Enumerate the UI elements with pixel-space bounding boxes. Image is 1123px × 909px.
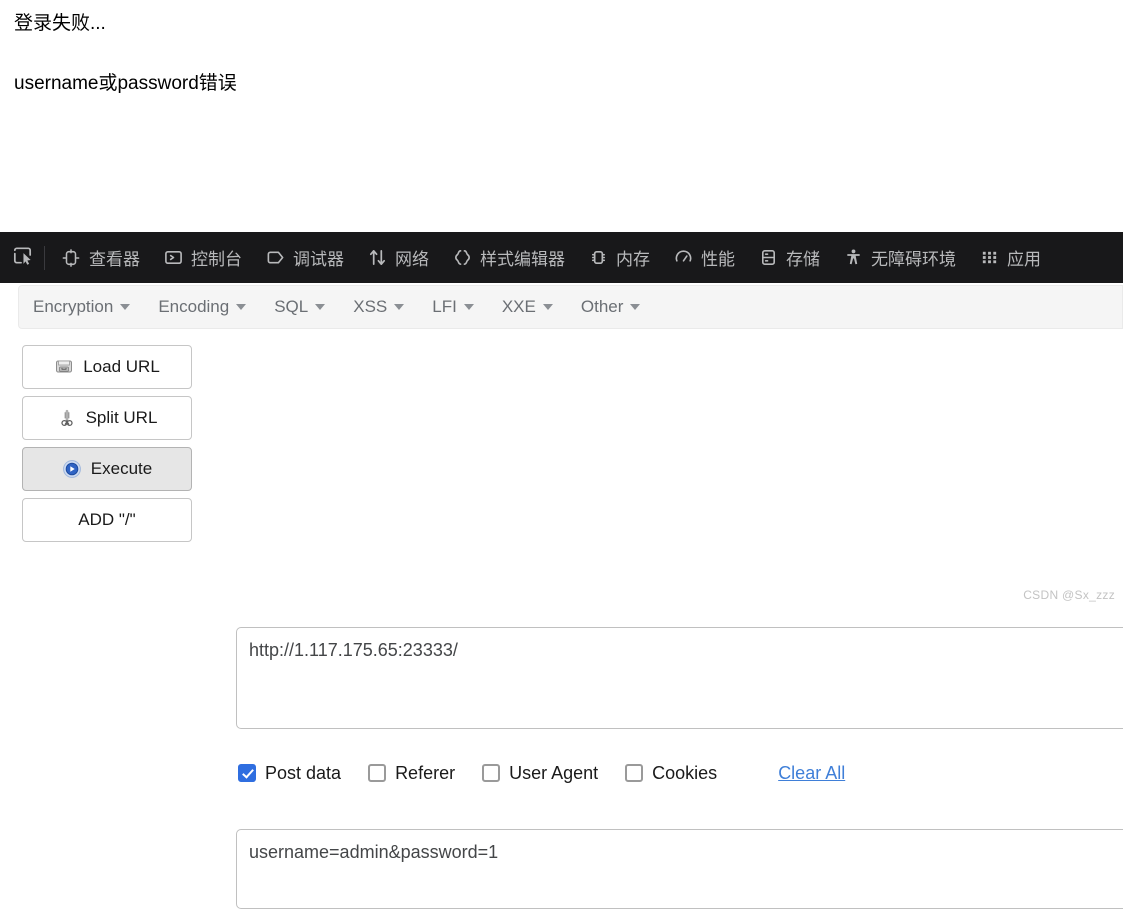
devtools-tab-storage[interactable]: 存储 [746, 232, 831, 283]
credential-error-message: username或password错误 [14, 73, 237, 94]
devtools-tab-label: 样式编辑器 [480, 250, 565, 269]
devtools-tab-label: 内存 [616, 250, 650, 269]
menu-sql[interactable]: SQL [260, 285, 339, 329]
devtools-tab-performance[interactable]: 性能 [661, 232, 746, 283]
devtools-tab-application[interactable]: 应用 [967, 232, 1052, 283]
browser-page-content: 登录失败... username或password错误 [0, 0, 1123, 232]
option-label: User Agent [509, 762, 599, 783]
menu-encoding[interactable]: Encoding [144, 285, 260, 329]
memory-icon [587, 247, 609, 269]
button-label: Split URL [85, 408, 158, 427]
devtools-tab-debugger[interactable]: 调试器 [253, 232, 355, 283]
hackbar-panel: Encryption Encoding SQL XSS LFI XXE Othe… [0, 283, 1123, 909]
menu-label: Encoding [158, 297, 230, 316]
devtools-tab-label: 无障碍环境 [871, 250, 956, 269]
devtools-toolbar: 查看器 控制台 调试器 网络 样式编辑器 内存 性能 存储 无障碍环境 应用 [0, 232, 1123, 283]
devtools-tab-label: 存储 [786, 250, 820, 269]
post-data-input[interactable] [236, 829, 1123, 909]
hackbar-menubar: Encryption Encoding SQL XSS LFI XXE Othe… [18, 285, 1123, 329]
disk-url-icon [54, 357, 74, 377]
cookies-checkbox[interactable] [625, 764, 644, 782]
inspector-icon [60, 247, 82, 269]
performance-icon [672, 247, 694, 269]
option-label: Referer [395, 762, 456, 783]
devtools-tab-accessibility[interactable]: 无障碍环境 [831, 232, 967, 283]
option-label: Post data [265, 762, 342, 783]
console-icon [162, 247, 184, 269]
menu-other[interactable]: Other [567, 285, 655, 329]
accessibility-icon [842, 247, 864, 269]
devtools-tab-label: 网络 [395, 250, 429, 269]
menu-label: Other [580, 297, 624, 316]
devtools-tab-inspector[interactable]: 查看器 [49, 232, 151, 283]
storage-icon [757, 247, 779, 269]
url-input[interactable] [236, 627, 1123, 729]
menu-label: Encryption [33, 297, 114, 316]
devtools-tab-label: 控制台 [191, 250, 242, 269]
devtools-tab-label: 应用 [1007, 250, 1041, 269]
debugger-icon [264, 247, 286, 269]
clear-all-link[interactable]: Clear All [778, 763, 845, 784]
button-label: ADD "/" [78, 510, 136, 529]
option-post-data[interactable]: Post data [238, 763, 341, 784]
play-icon [62, 459, 82, 479]
menu-encryption[interactable]: Encryption [19, 285, 144, 329]
login-failed-message: 登录失败... [14, 13, 106, 34]
menu-label: SQL [274, 297, 309, 316]
menu-xss[interactable]: XSS [339, 285, 418, 329]
post-data-checkbox[interactable] [238, 764, 256, 782]
chevron-down-icon [542, 304, 553, 310]
hackbar-options-row: Post data Referer User Agent Cookies Cle… [238, 760, 845, 786]
button-label: Execute [90, 459, 153, 478]
chevron-down-icon [315, 304, 326, 310]
devtools-tab-style-editor[interactable]: 样式编辑器 [440, 232, 576, 283]
menu-label: XXE [501, 297, 536, 316]
devtools-tab-console[interactable]: 控制台 [151, 232, 253, 283]
referer-checkbox[interactable] [368, 764, 387, 782]
split-url-button[interactable]: Split URL [22, 396, 192, 440]
chevron-down-icon [120, 304, 131, 310]
chevron-down-icon [394, 304, 405, 310]
devtools-tab-network[interactable]: 网络 [355, 232, 440, 283]
application-icon [978, 247, 1000, 269]
menu-xxe[interactable]: XXE [488, 285, 567, 329]
menu-label: XSS [353, 297, 388, 316]
option-user-agent[interactable]: User Agent [482, 763, 598, 784]
user-agent-checkbox[interactable] [482, 764, 501, 782]
chevron-down-icon [463, 304, 474, 310]
button-label: Load URL [83, 357, 160, 376]
option-referer[interactable]: Referer [368, 763, 455, 784]
menu-lfi[interactable]: LFI [418, 285, 488, 329]
add-slash-button[interactable]: ADD "/" [22, 498, 192, 542]
devtools-tab-label: 调试器 [293, 250, 344, 269]
toolbar-divider [44, 245, 45, 270]
option-cookies[interactable]: Cookies [625, 763, 717, 784]
menu-label: LFI [432, 297, 457, 316]
execute-button[interactable]: Execute [22, 447, 192, 491]
option-label: Cookies [652, 762, 718, 783]
csdn-watermark: CSDN @Sx_zzz [1023, 588, 1115, 602]
network-icon [366, 247, 388, 269]
style-editor-icon [451, 247, 473, 269]
hackbar-button-column: Load URL Split URL Execute ADD "/" [22, 345, 192, 549]
element-picker-icon [11, 244, 34, 272]
devtools-tab-label: 查看器 [89, 250, 140, 269]
load-url-button[interactable]: Load URL [22, 345, 192, 389]
chevron-down-icon [236, 304, 247, 310]
devtools-tab-memory[interactable]: 内存 [576, 232, 661, 283]
scissors-icon [57, 408, 77, 428]
devtools-tab-label: 性能 [701, 250, 735, 269]
chevron-down-icon [630, 304, 641, 310]
element-picker-button[interactable] [0, 232, 44, 283]
